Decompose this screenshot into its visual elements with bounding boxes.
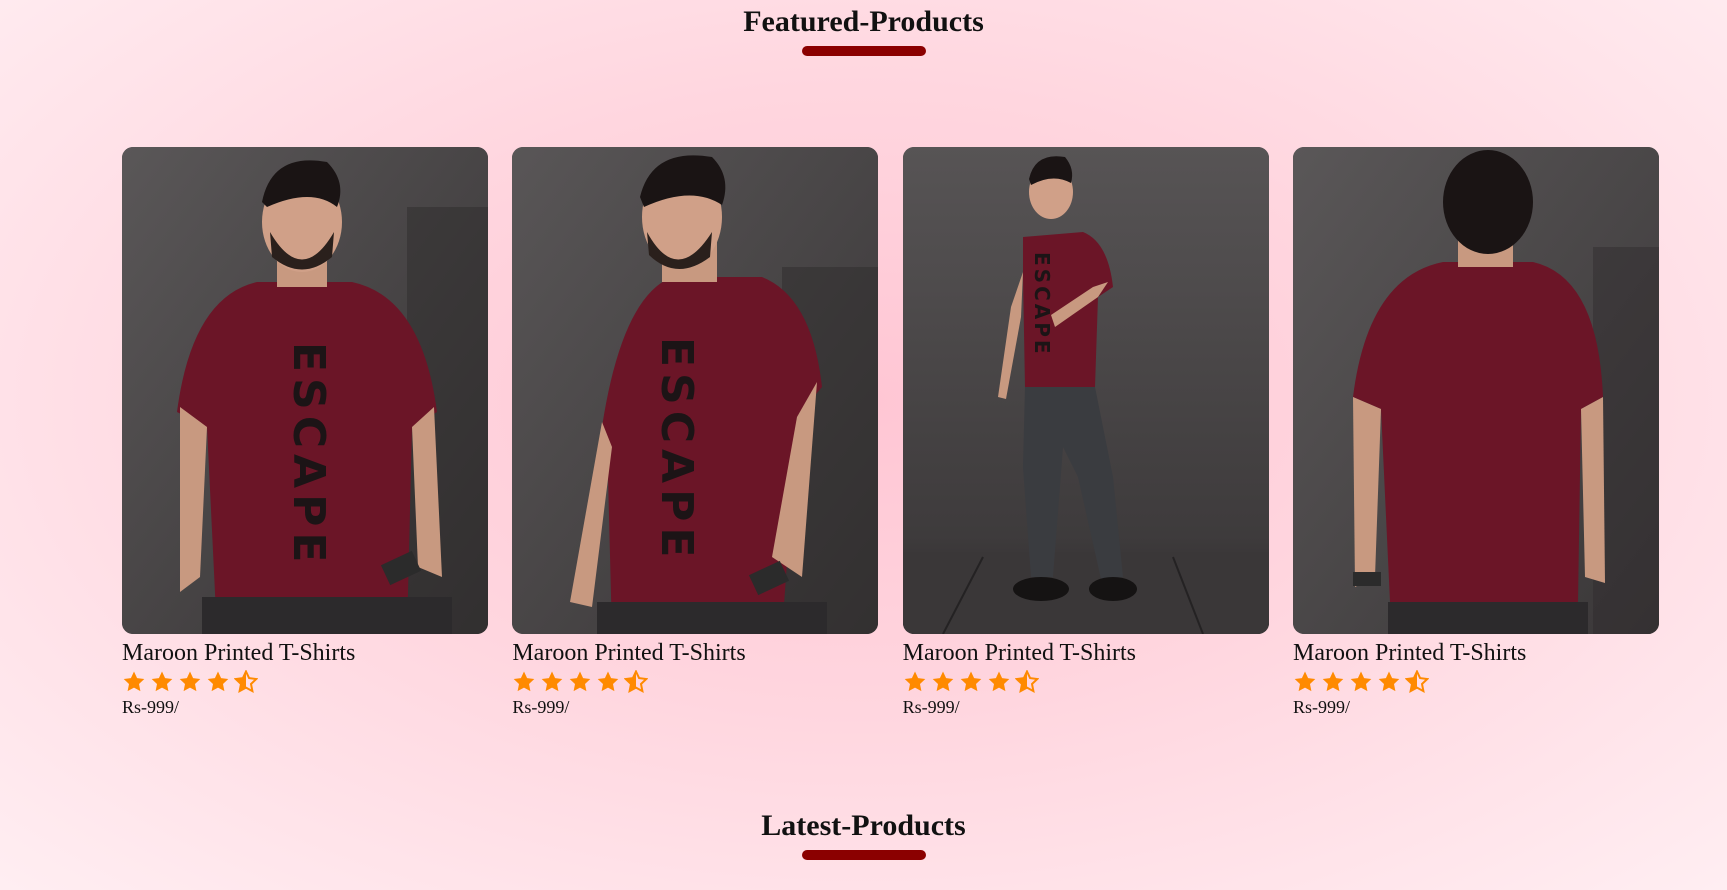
product-title[interactable]: Maroon Printed T-Shirts: [122, 640, 488, 667]
star-full-icon: [123, 671, 145, 691]
product-price: Rs-999/: [902, 697, 960, 717]
star-full-icon: [542, 671, 563, 691]
star-full-icon: [207, 671, 229, 691]
star-full-icon: [1378, 671, 1400, 691]
star-full-icon: [1294, 671, 1316, 691]
star-rating: [903, 669, 1269, 694]
star-full-icon: [960, 671, 981, 691]
star-full-icon: [1350, 671, 1372, 691]
product-image[interactable]: ESCAPE: [512, 147, 879, 634]
star-rating: [1293, 669, 1659, 694]
product-image[interactable]: [1292, 147, 1659, 634]
star-rating: [122, 669, 488, 694]
product-title[interactable]: Maroon Printed T-Shirts: [512, 640, 878, 667]
product-card[interactable]: Maroon Printed T-Shirts Rs-999/: [1292, 147, 1659, 718]
svg-text:ESCAPE: ESCAPE: [651, 337, 702, 563]
heading-underline: [801, 46, 926, 56]
star-half-icon: [1404, 669, 1429, 693]
svg-text:ESCAPE: ESCAPE: [1030, 252, 1054, 357]
product-card[interactable]: ESCAPE Maroon Printed T-Shirts Rs-999/: [902, 147, 1269, 718]
star-full-icon: [598, 671, 619, 691]
star-rating: [512, 669, 878, 694]
heading-underline: [801, 850, 926, 860]
svg-text:ESCAPE: ESCAPE: [283, 342, 334, 568]
product-image[interactable]: ESCAPE: [902, 147, 1269, 634]
product-price: Rs-999/: [1292, 697, 1350, 717]
star-full-icon: [151, 671, 173, 691]
star-full-icon: [179, 671, 201, 691]
star-full-icon: [514, 671, 535, 691]
star-full-icon: [1322, 671, 1344, 691]
featured-products-grid: ESCAPE Maroon Printed T-Shirts Rs-999/ E…: [122, 147, 1659, 718]
star-full-icon: [988, 671, 1009, 691]
product-price: Rs-999/: [512, 697, 570, 717]
product-title[interactable]: Maroon Printed T-Shirts: [1293, 640, 1659, 667]
product-image[interactable]: ESCAPE: [122, 147, 488, 634]
product-title[interactable]: Maroon Printed T-Shirts: [903, 640, 1269, 667]
star-full-icon: [904, 671, 925, 691]
star-half-icon: [1014, 669, 1039, 693]
product-card[interactable]: ESCAPE Maroon Printed T-Shirts Rs-999/: [122, 147, 488, 718]
latest-products-section-header: Latest-Products: [0, 809, 1727, 860]
latest-products-title: Latest-Products: [761, 809, 966, 842]
featured-products-section-header: Featured-Products: [0, 5, 1727, 56]
star-half-icon: [624, 669, 649, 693]
star-full-icon: [570, 671, 591, 691]
featured-products-title: Featured-Products: [743, 5, 984, 38]
product-price: Rs-999/: [122, 697, 180, 717]
star-half-icon: [234, 669, 258, 693]
product-card[interactable]: ESCAPE Maroon Printed T-Shirts Rs-999/: [512, 147, 879, 718]
star-full-icon: [932, 671, 953, 691]
